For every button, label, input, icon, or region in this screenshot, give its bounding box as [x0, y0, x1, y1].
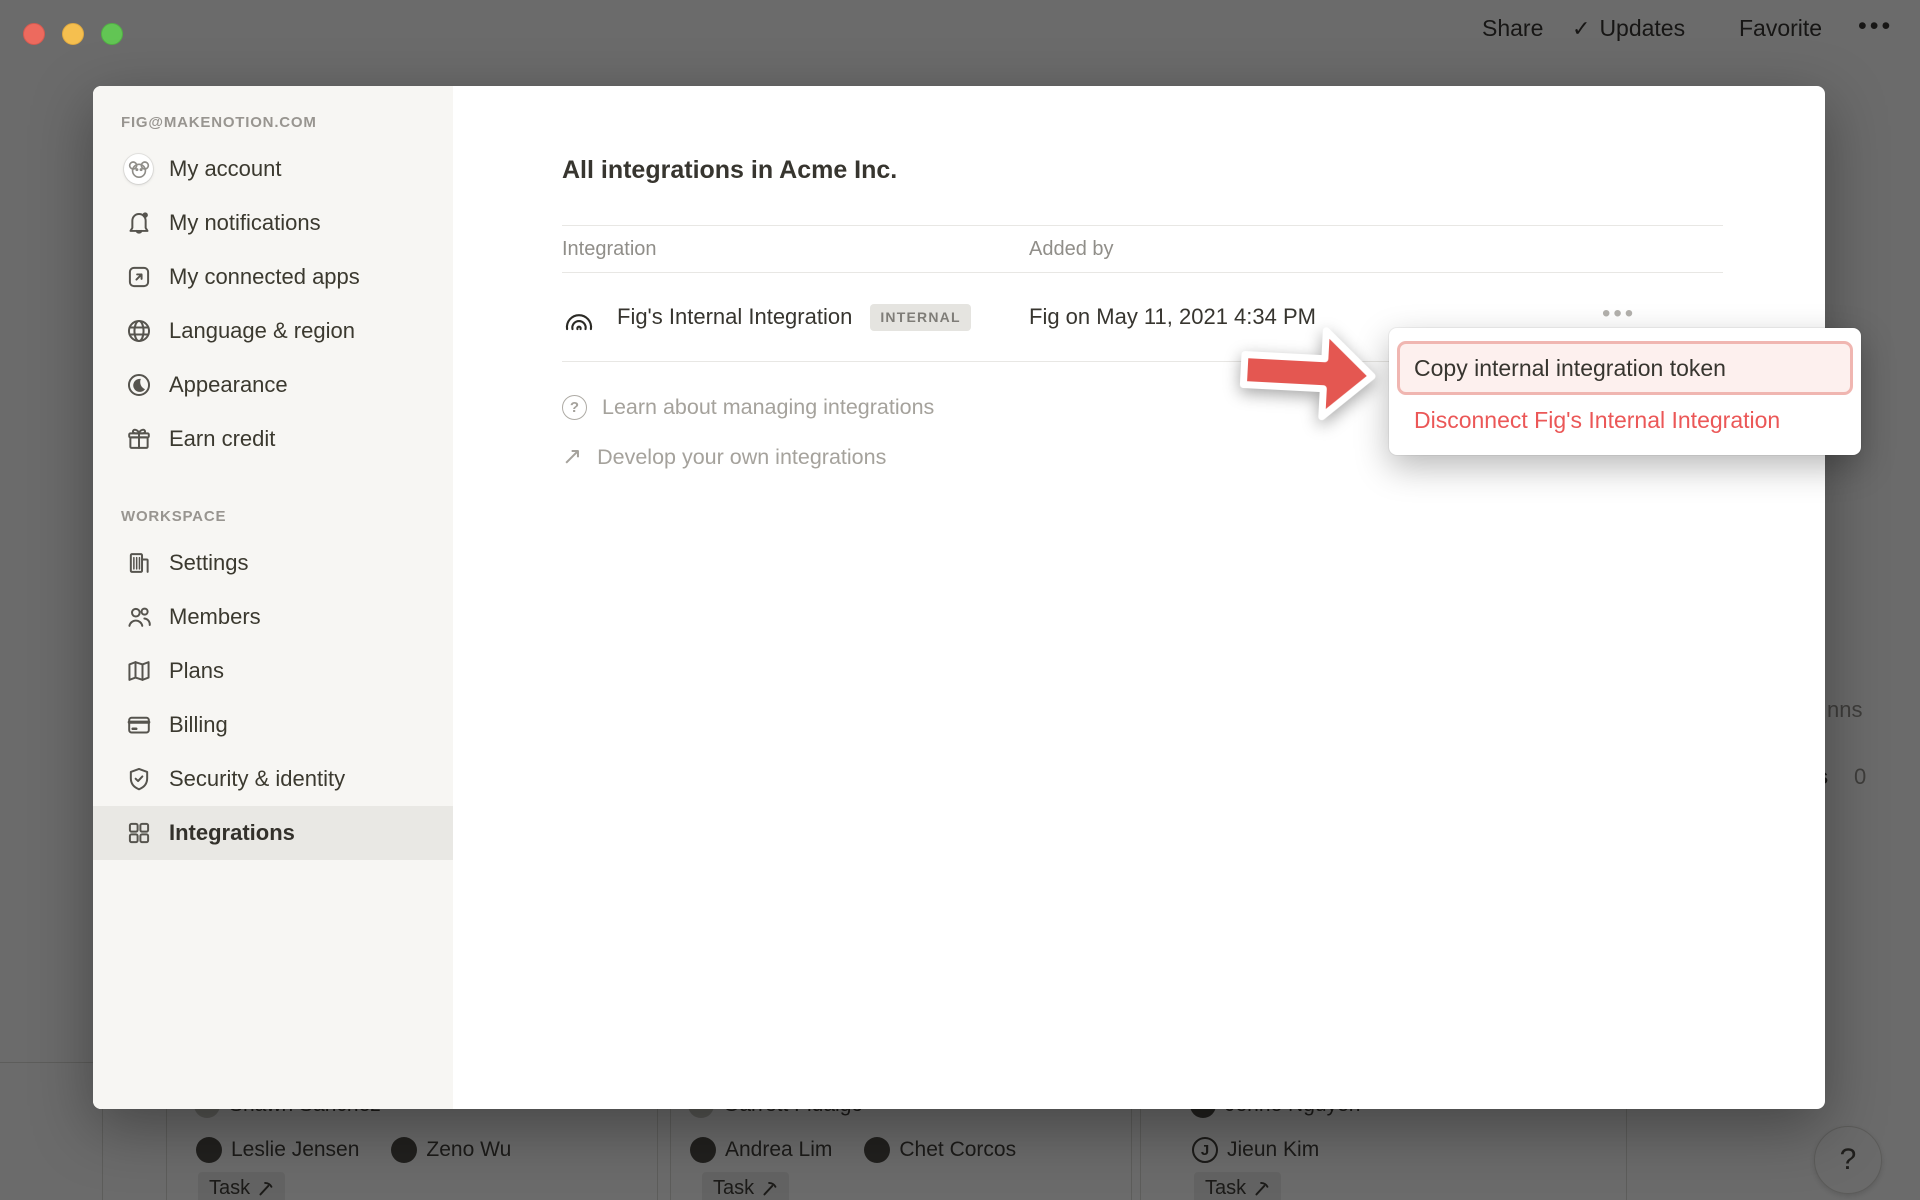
settings-sidebar: FIG@MAKENOTION.COM My account My notific… — [93, 86, 453, 1109]
sidebar-item-language-region[interactable]: Language & region — [93, 304, 453, 358]
sidebar-item-label: Earn credit — [169, 426, 275, 452]
integration-name: Fig's Internal Integration — [617, 304, 852, 330]
zoom-button[interactable] — [101, 23, 123, 45]
arrow-up-right-square-icon — [125, 263, 153, 291]
sidebar-item-my-notifications[interactable]: My notifications — [93, 196, 453, 250]
globe-icon — [125, 317, 153, 345]
column-header-integration: Integration — [562, 238, 1029, 261]
shield-check-icon — [125, 765, 153, 793]
workspace-section-label: WORKSPACE — [93, 496, 453, 536]
develop-integrations-link[interactable]: ↗ Develop your own integrations — [562, 432, 886, 482]
people-icon — [125, 603, 153, 631]
integrations-panel: All integrations in Acme Inc. Integratio… — [453, 86, 1825, 1109]
copy-internal-token-menu-item[interactable]: Copy internal integration token — [1397, 341, 1853, 395]
sidebar-item-members[interactable]: Members — [93, 590, 453, 644]
fig-logo-icon — [562, 300, 596, 334]
link-label: Learn about managing integrations — [602, 395, 934, 420]
sidebar-item-label: Security & identity — [169, 766, 345, 792]
help-circle-icon: ? — [562, 395, 587, 420]
arrow-up-right-icon: ↗ — [562, 445, 582, 469]
minimize-button[interactable] — [62, 23, 84, 45]
internal-badge: INTERNAL — [870, 304, 970, 331]
learn-integrations-link[interactable]: ? Learn about managing integrations — [562, 382, 934, 432]
link-label: Develop your own integrations — [597, 445, 886, 470]
sidebar-item-plans[interactable]: Plans — [93, 644, 453, 698]
user-avatar-icon — [125, 155, 153, 183]
sidebar-item-my-account[interactable]: My account — [93, 142, 453, 196]
sidebar-item-earn-credit[interactable]: Earn credit — [93, 412, 453, 466]
screen: Share ✓Updates Favorite ••• Shawn Sanche… — [0, 0, 1920, 1200]
sidebar-item-label: Billing — [169, 712, 228, 738]
credit-card-icon — [125, 711, 153, 739]
gift-icon — [125, 425, 153, 453]
close-button[interactable] — [23, 23, 45, 45]
settings-modal: FIG@MAKENOTION.COM My account My notific… — [93, 86, 1825, 1109]
sidebar-item-label: My account — [169, 156, 282, 182]
table-header: Integration Added by — [562, 226, 1723, 272]
sidebar-item-security-identity[interactable]: Security & identity — [93, 752, 453, 806]
column-header-added-by: Added by — [1029, 238, 1114, 261]
bell-icon — [125, 209, 153, 237]
sidebar-item-label: Settings — [169, 550, 249, 576]
sidebar-item-label: Language & region — [169, 318, 355, 344]
row-more-options-button[interactable]: ••• — [1602, 302, 1636, 326]
sidebar-item-label: Appearance — [169, 372, 288, 398]
account-email-label: FIG@MAKENOTION.COM — [93, 102, 453, 142]
sidebar-item-my-connected-apps[interactable]: My connected apps — [93, 250, 453, 304]
sidebar-item-label: My notifications — [169, 210, 321, 236]
map-icon — [125, 657, 153, 685]
building-icon — [125, 549, 153, 577]
page-title: All integrations in Acme Inc. — [562, 152, 1825, 188]
sidebar-item-label: Members — [169, 604, 261, 630]
integration-context-menu: Copy internal integration token Disconne… — [1389, 328, 1861, 455]
sidebar-item-label: Plans — [169, 658, 224, 684]
disconnect-integration-menu-item[interactable]: Disconnect Fig's Internal Integration — [1397, 397, 1853, 443]
sidebar-item-label: My connected apps — [169, 264, 360, 290]
window-controls — [23, 23, 123, 45]
sidebar-item-settings[interactable]: Settings — [93, 536, 453, 590]
sidebar-item-appearance[interactable]: Appearance — [93, 358, 453, 412]
annotation-arrow-icon — [1233, 316, 1387, 434]
sidebar-item-label: Integrations — [169, 820, 295, 846]
moon-circle-icon — [125, 371, 153, 399]
sidebar-item-integrations[interactable]: Integrations — [93, 806, 453, 860]
grid-icon — [125, 819, 153, 847]
sidebar-item-billing[interactable]: Billing — [93, 698, 453, 752]
